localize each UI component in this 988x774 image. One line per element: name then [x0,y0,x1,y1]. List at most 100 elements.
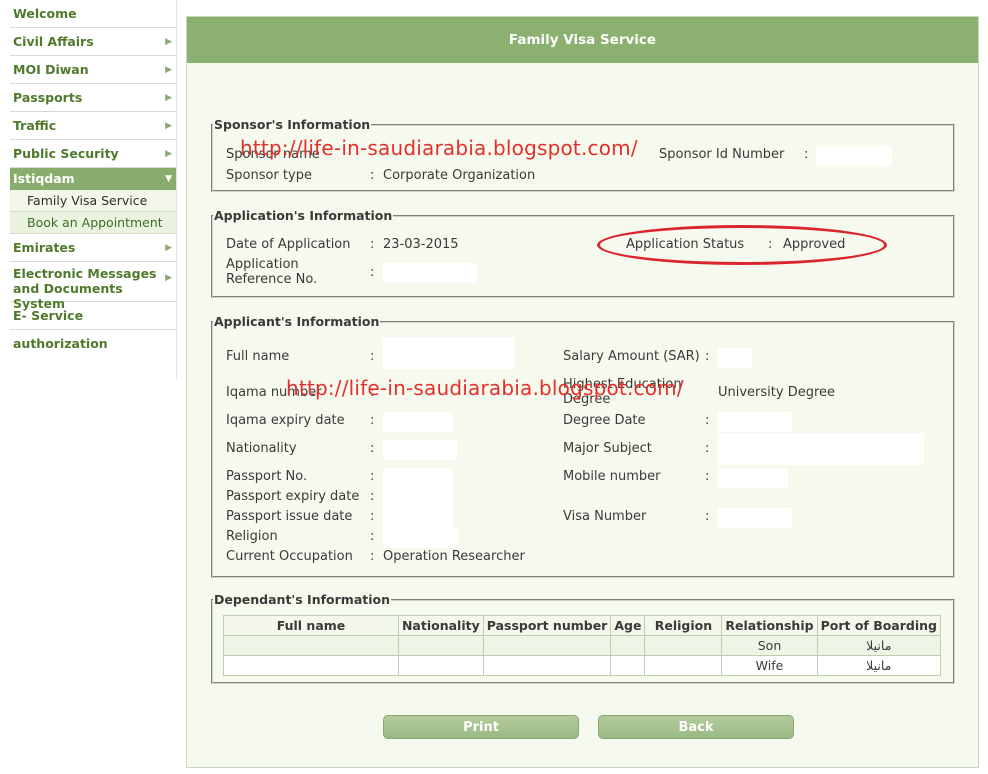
dependant-info-section: Dependant's Information Full name Nation… [211,592,955,684]
page-title: Family Visa Service [187,17,978,63]
column-header: Age [610,615,646,636]
dependant-passport-cell [482,635,612,656]
dependant-religion-cell [644,635,723,656]
chevron-right-icon: ▶ [165,65,172,75]
sidebar-item-electronic-messages[interactable]: Electronic Messages and Documents System… [10,262,176,311]
visa-number-label: Visa Number [563,509,647,524]
application-info-legend: Application's Information [214,208,393,223]
dependant-nationality-cell [397,635,484,656]
sidebar-subitem-book-appointment[interactable]: Book an Appointment [10,212,176,234]
sponsor-info-legend: Sponsor's Information [214,117,371,132]
applicant-info-section: Applicant's Information Full name : Iqam… [211,314,955,578]
religion-label: Religion [226,529,278,544]
iqama-expiry-value [383,412,453,432]
sidebar-subitem-label: Book an Appointment [27,215,163,230]
dependant-full-name-cell [223,655,399,676]
sponsor-id-value [816,146,892,166]
sidebar-item-traffic[interactable]: Traffic ▶ [10,112,176,140]
passport-issue-label: Passport issue date [226,509,353,524]
application-reference-label: Application Reference No. [226,257,318,287]
sidebar-item-istiqdam[interactable]: Istiqdam ▼ [10,168,176,190]
sidebar-nav: Welcome Civil Affairs ▶ MOI Diwan ▶ Passpo… [10,0,176,351]
sidebar-divider [176,0,177,380]
passport-issue-value [383,508,453,528]
sidebar-item-public-security[interactable]: Public Security ▶ [10,140,176,168]
passport-expiry-label: Passport expiry date [226,489,360,504]
passport-no-label: Passport No. [226,469,308,484]
education-value: University Degree [718,385,836,400]
dependant-passport-cell [482,655,612,676]
table-header-row: Full name Nationality Passport number Ag… [223,615,942,636]
column-header: Relationship [721,615,818,636]
full-name-value [383,337,515,369]
sidebar-item-label: Emirates [13,240,76,255]
dependant-port-cell: مانيلا [816,655,942,676]
dependant-full-name-cell [223,635,399,656]
sidebar-item-e-service-authorization[interactable]: E- Service authorization [10,302,176,351]
status-highlight-oval [597,225,887,265]
sidebar-item-label: Welcome [13,6,77,21]
print-button[interactable]: Print [383,715,579,739]
chevron-right-icon: ▶ [165,243,172,253]
dependant-age-cell [610,635,646,656]
watermark-url-middle: http://life-in-saudiarabia.blogspot.com/ [286,376,684,400]
sponsor-type-value: Corporate Organization [383,168,536,183]
dependant-religion-cell [644,655,723,676]
applicant-info-legend: Applicant's Information [214,314,380,329]
degree-date-label: Degree Date [563,413,646,428]
table-row: Wife مانيلا [223,655,942,676]
sidebar-item-welcome[interactable]: Welcome [10,0,176,28]
major-subject-label: Major Subject [563,441,652,456]
sidebar-item-civil-affairs[interactable]: Civil Affairs ▶ [10,28,176,56]
sidebar-item-label: E- Service authorization [13,308,108,351]
occupation-label: Current Occupation [226,549,353,564]
sidebar-item-passports[interactable]: Passports ▶ [10,84,176,112]
passport-no-value [383,468,453,488]
sponsor-id-label: Sponsor Id Number [659,147,785,162]
chevron-right-icon: ▶ [165,149,172,159]
chevron-right-icon: ▶ [165,37,172,47]
nationality-value [383,440,457,460]
salary-value [718,348,752,368]
back-button[interactable]: Back [598,715,794,739]
table-row: Son مانيلا [223,635,942,656]
dependant-relationship-cell: Wife [721,655,818,676]
visa-number-value [718,508,792,528]
chevron-right-icon: ▶ [165,93,172,103]
nationality-label: Nationality [226,441,297,456]
dependant-info-legend: Dependant's Information [214,592,391,607]
dependants-table: Full name Nationality Passport number Ag… [223,615,942,676]
degree-date-value [718,412,792,432]
occupation-value: Operation Researcher [383,549,525,564]
column-header: Passport number [482,615,612,636]
column-header: Port of Boarding [816,615,942,636]
dependant-age-cell [610,655,646,676]
sidebar-item-label: MOI Diwan [13,62,89,77]
column-header: Full name [223,615,399,636]
sidebar-item-label: Traffic [13,118,57,133]
sidebar-item-moi-diwan[interactable]: MOI Diwan ▶ [10,56,176,84]
column-header: Nationality [397,615,484,636]
sidebar-item-label: Civil Affairs [13,34,94,49]
chevron-right-icon: ▶ [165,121,172,131]
application-reference-value [383,263,477,283]
mobile-number-value [718,468,788,488]
full-name-label: Full name [226,349,290,364]
dependant-nationality-cell [397,655,484,676]
passport-expiry-value [383,488,453,508]
chevron-right-icon: ▶ [165,273,172,283]
chevron-down-icon: ▼ [165,174,172,184]
dependant-relationship-cell: Son [721,635,818,656]
watermark-url-top: http://life-in-saudiarabia.blogspot.com/ [240,136,638,160]
major-subject-value [718,433,924,465]
sidebar-item-label: Istiqdam [13,171,75,186]
salary-label: Salary Amount (SAR) [563,349,700,364]
sidebar-subitem-family-visa-service[interactable]: Family Visa Service [10,190,176,212]
sponsor-type-label: Sponsor type [226,168,312,183]
application-date-label: Date of Application [226,237,351,252]
religion-value [383,528,459,548]
dependant-port-cell: مانيلا [816,635,942,656]
sidebar-item-emirates[interactable]: Emirates ▶ [10,234,176,262]
mobile-number-label: Mobile number [563,469,661,484]
sidebar-subitem-label: Family Visa Service [27,193,148,208]
